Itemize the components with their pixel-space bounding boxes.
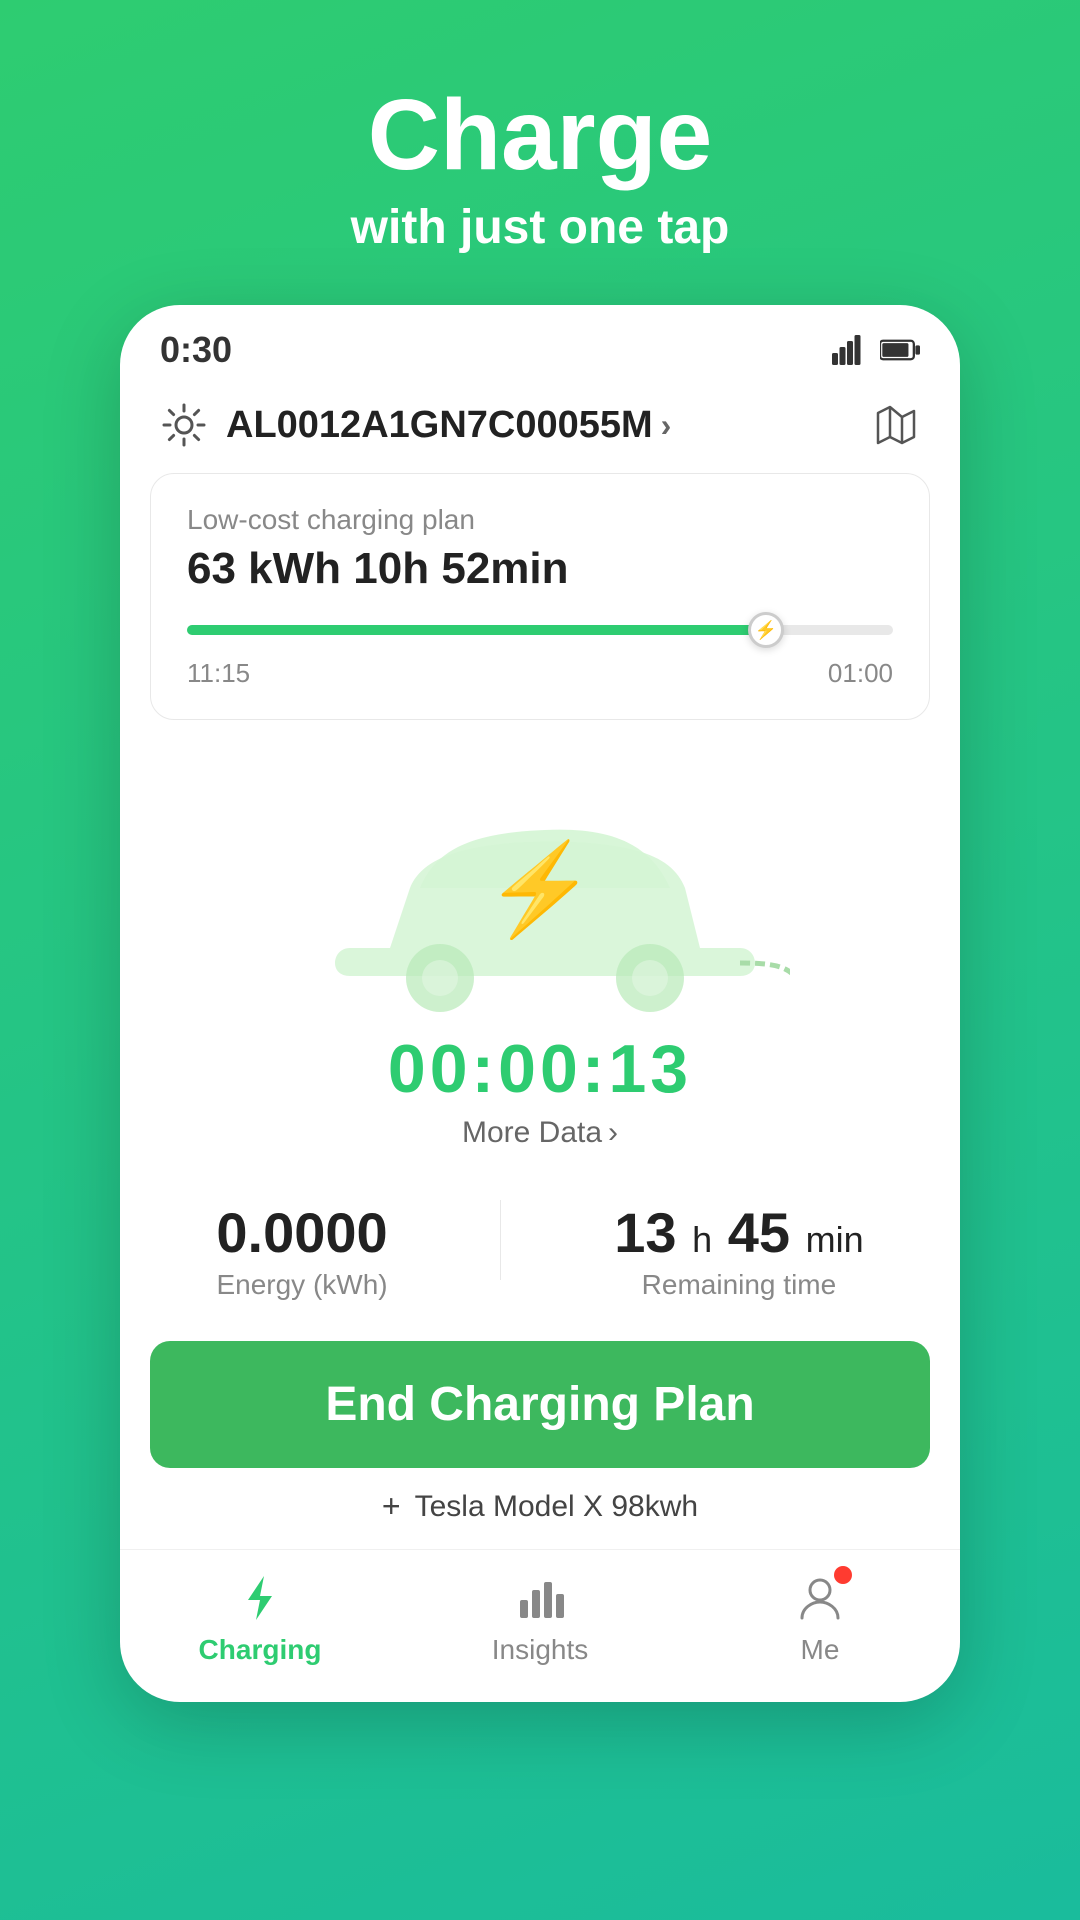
- me-tab-label: Me: [801, 1634, 840, 1666]
- more-data-chevron-icon: ›: [608, 1116, 618, 1150]
- car-visual: ⚡: [260, 760, 820, 1040]
- page-title: Charge: [351, 80, 730, 190]
- phone-card: 0:30: [120, 305, 960, 1702]
- bolt-thumb-icon: ⚡: [755, 620, 777, 641]
- progress-bar: ⚡: [187, 618, 893, 642]
- header-section: Charge with just one tap: [351, 0, 730, 305]
- device-header: AL0012A1GN7C00055M ›: [120, 381, 960, 473]
- energy-label: Energy (kWh): [216, 1269, 387, 1301]
- status-bar: 0:30: [120, 305, 960, 381]
- progress-fill: [187, 625, 766, 635]
- charging-tab-icon: [232, 1570, 288, 1626]
- insights-tab-label: Insights: [492, 1634, 589, 1666]
- me-tab-icon: [792, 1570, 848, 1626]
- notification-dot: [834, 1566, 852, 1584]
- remaining-stat: 13 h 45 min Remaining time: [614, 1200, 863, 1301]
- gear-icon: [160, 401, 208, 449]
- remaining-label: Remaining time: [614, 1269, 863, 1301]
- remaining-value: 13 h 45 min: [614, 1200, 863, 1265]
- insights-tab-icon: [512, 1570, 568, 1626]
- status-icons: [832, 335, 920, 365]
- bottom-nav: Charging Insights Me: [120, 1549, 960, 1702]
- nav-item-me[interactable]: Me: [730, 1570, 910, 1666]
- nav-item-insights[interactable]: Insights: [450, 1570, 630, 1666]
- map-icon[interactable]: [872, 401, 920, 449]
- device-info[interactable]: AL0012A1GN7C00055M ›: [160, 401, 671, 449]
- plan-value: 63 kWh 10h 52min: [187, 544, 893, 594]
- plan-label: Low-cost charging plan: [187, 504, 893, 536]
- energy-value: 0.0000: [216, 1200, 387, 1265]
- stats-row: 0.0000 Energy (kWh) 13 h 45 min Remainin…: [120, 1180, 960, 1341]
- page-subtitle: with just one tap: [351, 200, 730, 255]
- progress-thumb: ⚡: [748, 612, 784, 648]
- start-time: 11:15: [187, 658, 250, 689]
- signal-icon: [832, 335, 868, 365]
- charging-timer: 00:00:13: [388, 1030, 692, 1108]
- nav-item-charging[interactable]: Charging: [170, 1570, 350, 1666]
- add-vehicle-row[interactable]: + Tesla Model X 98kwh: [120, 1488, 960, 1549]
- vehicle-text: Tesla Model X 98kwh: [415, 1490, 698, 1524]
- charging-plan-card: Low-cost charging plan 63 kWh 10h 52min …: [150, 473, 930, 720]
- end-time: 01:00: [828, 658, 893, 689]
- car-section: ⚡ 00:00:13 More Data ›: [120, 740, 960, 1180]
- more-data-link[interactable]: More Data ›: [462, 1116, 618, 1150]
- charging-tab-label: Charging: [199, 1634, 322, 1666]
- stats-divider: [500, 1200, 501, 1280]
- battery-icon: [880, 335, 920, 365]
- add-vehicle-icon: +: [382, 1488, 401, 1525]
- device-name[interactable]: AL0012A1GN7C00055M ›: [226, 404, 671, 447]
- car-bolt-icon: ⚡: [484, 837, 596, 942]
- chevron-right-icon: ›: [661, 407, 672, 444]
- progress-times: 11:15 01:00: [187, 658, 893, 689]
- status-time: 0:30: [160, 329, 232, 371]
- end-charging-button[interactable]: End Charging Plan: [150, 1341, 930, 1468]
- car-body: ⚡: [290, 778, 790, 1023]
- energy-stat: 0.0000 Energy (kWh): [216, 1200, 387, 1301]
